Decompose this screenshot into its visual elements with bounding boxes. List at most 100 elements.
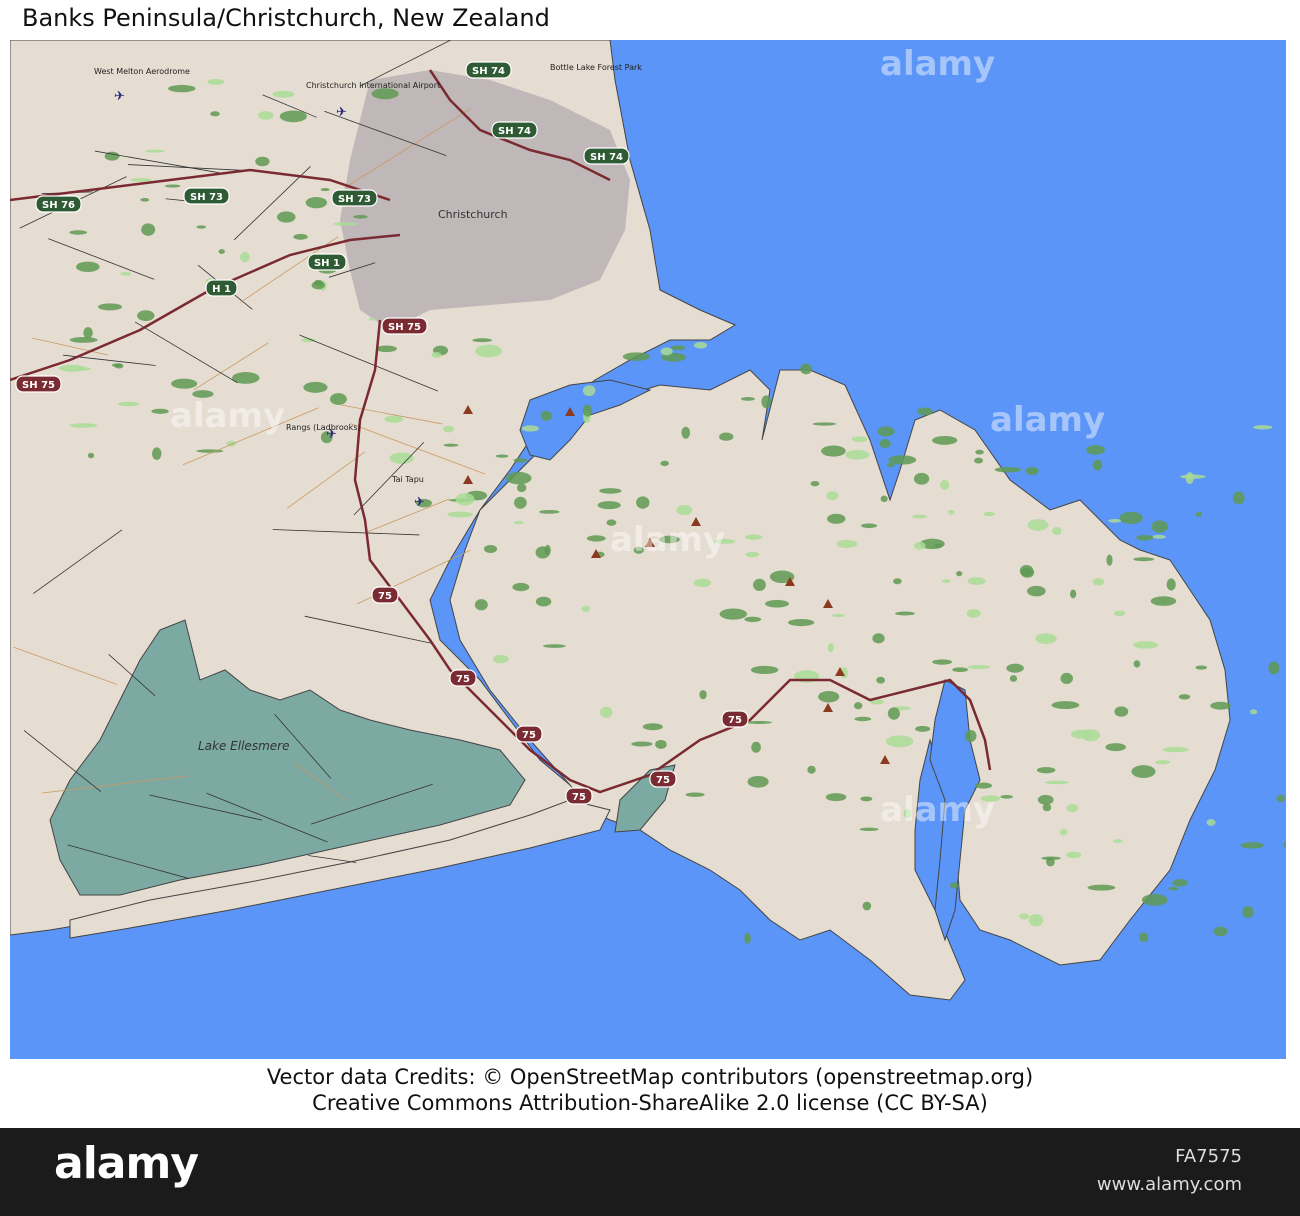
forest-patch: [543, 644, 566, 648]
forest-patch: [492, 654, 509, 664]
route-shield: 75: [371, 586, 399, 604]
forest-patch: [1044, 780, 1069, 785]
forest-patch: [826, 491, 839, 501]
forest-patch: [845, 449, 870, 460]
route-shield-label: 75: [522, 730, 536, 741]
forest-patch: [239, 252, 250, 263]
forest-patch: [1113, 610, 1126, 617]
forest-patch: [443, 443, 459, 447]
forest-patch: [949, 882, 959, 889]
forest-patch: [887, 707, 900, 720]
site-url[interactable]: www.alamy.com: [1097, 1174, 1242, 1195]
route-shield: 75: [515, 725, 543, 743]
forest-patch: [168, 84, 196, 93]
alamy-logo[interactable]: alamy: [54, 1138, 199, 1189]
forest-patch: [1092, 459, 1103, 471]
christchurch-label: Christchurch: [438, 208, 508, 221]
airport-icon: ✈: [114, 89, 125, 104]
forest-patch: [853, 702, 863, 710]
forest-patch: [1070, 729, 1092, 739]
forest-patch: [886, 462, 895, 468]
forest-patch: [1240, 842, 1264, 849]
forest-patch: [952, 667, 968, 673]
forest-patch: [514, 496, 527, 509]
forest-patch: [1086, 445, 1105, 455]
forest-patch: [368, 317, 376, 321]
footer-bar: alamy FA7575 www.alamy.com: [0, 1128, 1300, 1216]
forest-patch: [880, 495, 888, 503]
forest-patch: [210, 111, 220, 117]
aerodrome-label: West Melton Aerodrome: [94, 67, 190, 76]
forest-patch: [1035, 633, 1057, 644]
forest-patch: [544, 544, 551, 556]
forest-patch: [1112, 839, 1123, 843]
forest-patch: [582, 385, 596, 397]
forest-patch: [966, 609, 981, 618]
forest-patch: [1139, 932, 1149, 943]
forest-patch: [447, 511, 473, 518]
forest-patch: [818, 691, 840, 703]
forest-patch: [1051, 701, 1080, 710]
forest-patch: [606, 519, 617, 526]
forest-patch: [1206, 819, 1216, 826]
forest-patch: [744, 616, 762, 623]
forest-patch: [714, 539, 736, 544]
route-shield-label: SH 73: [338, 194, 371, 205]
route-shield-label: SH 1: [314, 258, 340, 269]
forest-patch: [939, 480, 950, 490]
forest-patch: [903, 808, 912, 819]
forest-patch: [277, 211, 296, 223]
forest-patch: [1249, 709, 1258, 715]
forest-patch: [384, 415, 404, 423]
forest-patch: [745, 534, 763, 540]
forest-patch: [1037, 794, 1054, 805]
forest-patch: [744, 932, 751, 944]
forest-patch: [1119, 511, 1143, 525]
forest-patch: [1141, 893, 1168, 906]
route-shield-label: 75: [728, 715, 742, 726]
forest-patch: [1108, 518, 1122, 523]
route-shield: SH 73: [331, 189, 378, 207]
forest-patch: [1087, 884, 1116, 891]
forest-patch: [810, 481, 820, 487]
forest-patch: [956, 571, 963, 577]
forest-patch: [111, 363, 122, 368]
forest-patch: [660, 347, 673, 356]
forest-patch: [753, 578, 766, 592]
forest-patch: [599, 488, 622, 494]
forest-patch: [670, 345, 686, 351]
forest-patch: [582, 404, 593, 417]
forest-patch: [475, 344, 503, 358]
forest-patch: [1009, 675, 1018, 682]
route-shield: 75: [721, 710, 749, 728]
forest-patch: [681, 426, 691, 439]
forest-patch: [1052, 526, 1062, 536]
forest-patch: [144, 149, 165, 153]
forest-patch: [964, 729, 977, 742]
forest-patch: [655, 739, 667, 749]
forest-patch: [512, 582, 530, 592]
map-title: Banks Peninsula/Christchurch, New Zealan…: [22, 4, 550, 32]
forest-patch: [1059, 828, 1068, 836]
credits-line-1: Vector data Credits: © OpenStreetMap con…: [266, 1065, 1034, 1089]
forest-patch: [1092, 578, 1105, 586]
forest-patch: [912, 514, 928, 519]
forest-patch: [1028, 914, 1044, 927]
route-shield: 75: [565, 787, 593, 805]
forest-patch: [1253, 425, 1273, 430]
forest-patch: [1133, 641, 1159, 649]
forest-patch: [885, 735, 914, 748]
forest-patch: [751, 741, 761, 753]
lake-ellesmere-label: Lake Ellesmere: [198, 739, 289, 753]
forest-patch: [854, 716, 872, 722]
forest-patch: [171, 378, 198, 389]
forest-patch: [1133, 660, 1141, 668]
map-canvas[interactable]: ✈ ✈ ✈ ✈ SH 74 SH 74 SH 74 SH 73 SH 73 SH 76 SH 1H…: [10, 40, 1286, 1059]
image-id: FA7575: [1175, 1146, 1242, 1167]
forest-patch: [600, 706, 613, 718]
forest-patch: [974, 457, 984, 464]
forest-patch: [660, 460, 669, 467]
forest-patch: [860, 796, 873, 802]
forest-patch: [137, 310, 155, 322]
forest-patch: [192, 390, 214, 398]
